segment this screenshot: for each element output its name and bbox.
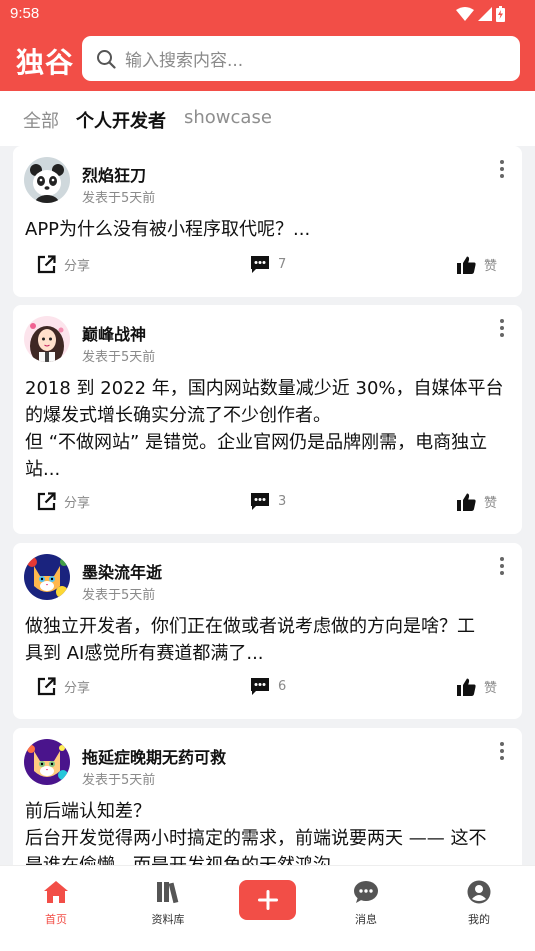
nav-messages[interactable]: 消息 [336, 880, 396, 927]
comment-button[interactable]: 3 [250, 492, 286, 511]
more-options-icon[interactable] [498, 557, 506, 575]
like-label: 赞 [484, 259, 498, 274]
comment-icon [251, 678, 269, 695]
thumbs-up-icon [457, 678, 476, 696]
post-content[interactable]: 做独立开发者，你们正在做或者说考虑做的方向是啥？工 具到 AI感觉所有赛道都满了… [25, 613, 513, 667]
category-tabs: 全部 个人开发者 showcase [0, 91, 535, 146]
post-actions: 分享 6 赞 [13, 677, 522, 701]
home-icon [44, 881, 68, 903]
post-line: 站... [25, 459, 61, 480]
like-button[interactable]: 赞 [457, 492, 497, 511]
post-line: 后台开发觉得两小时搞定的需求，前端说要两天 —— 这不 [25, 828, 487, 849]
post-line: 但 “不做网站” 是错觉。企业官网仍是品牌刚需，电商独立 [25, 432, 488, 453]
more-options-icon[interactable] [498, 742, 506, 760]
nav-home-label: 首页 [45, 913, 67, 926]
post-author[interactable]: 拖延症晚期无药可救 [82, 744, 226, 768]
share-button[interactable]: 分享 [37, 677, 90, 696]
share-icon [37, 255, 56, 274]
post-line: 具到 AI感觉所有赛道都满了... [25, 643, 264, 664]
post-content[interactable]: 2018 到 2022 年，国内网站数量减少近 30%，自媒体平台 的爆发式增长… [25, 375, 513, 483]
avatar[interactable] [24, 157, 70, 203]
post-author[interactable]: 巅峰战神 [82, 321, 146, 345]
share-label: 分享 [64, 496, 91, 511]
tab-showcase[interactable]: showcase [184, 107, 272, 128]
share-icon [37, 677, 56, 696]
post-card[interactable]: 拖延症晚期无药可救 发表于5天前 前后端认知差？ 后台开发觉得两小时搞定的需求，… [13, 728, 522, 865]
plus-icon [257, 890, 278, 910]
nav-profile-label: 我的 [468, 913, 490, 926]
thumbs-up-icon [457, 493, 476, 511]
nav-library[interactable]: 资料库 [138, 880, 198, 927]
post-line: 2018 到 2022 年，国内网站数量减少近 30%，自媒体平台 [25, 378, 504, 399]
more-options-icon[interactable] [498, 319, 506, 337]
post-line: 的爆发式增长确实分流了不少创作者。 [25, 405, 331, 426]
more-options-icon[interactable] [498, 160, 506, 178]
share-button[interactable]: 分享 [37, 492, 90, 511]
comment-button[interactable]: 7 [250, 255, 286, 274]
comment-count: 7 [278, 257, 287, 272]
share-button[interactable]: 分享 [37, 255, 90, 274]
post-author[interactable]: 烈焰狂刀 [82, 162, 146, 186]
post-time: 发表于5天前 [82, 588, 156, 603]
tab-all[interactable]: 全部 [23, 107, 59, 133]
post-card[interactable]: 烈焰狂刀 发表于5天前 APP为什么没有被小程序取代呢？... 分享 7 赞 [13, 146, 522, 297]
chat-icon [354, 881, 378, 903]
post-line: 做独立开发者，你们正在做或者说考虑做的方向是啥？工 [25, 616, 475, 637]
bottom-navigation: 首页 资料库 消息 我的 [0, 865, 535, 951]
post-line: 前后端认知差？ [25, 801, 151, 822]
post-time: 发表于5天前 [82, 191, 156, 206]
post-actions: 分享 3 赞 [13, 492, 522, 516]
battery-icon [496, 6, 505, 22]
app-header: 独谷 输入搜索内容... [0, 30, 535, 91]
status-icons [456, 6, 505, 22]
thumbs-up-icon [457, 256, 476, 274]
signal-icon [478, 7, 492, 21]
status-time: 9:58 [10, 5, 40, 22]
app-logo: 独谷 [16, 46, 75, 79]
wifi-icon [456, 7, 474, 21]
post-card[interactable]: 墨染流年逝 发表于5天前 做独立开发者，你们正在做或者说考虑做的方向是啥？工 具… [13, 543, 522, 719]
post-time: 发表于5天前 [82, 350, 156, 365]
nav-library-label: 资料库 [151, 913, 185, 926]
avatar[interactable] [24, 554, 70, 600]
status-bar: 9:58 [0, 0, 535, 30]
post-content[interactable]: 前后端认知差？ 后台开发觉得两小时搞定的需求，前端说要两天 —— 这不 是谁在偷… [25, 798, 513, 865]
share-icon [37, 492, 56, 511]
post-card[interactable]: 巅峰战神 发表于5天前 2018 到 2022 年，国内网站数量减少近 30%，… [13, 305, 522, 534]
add-post-button[interactable] [239, 880, 296, 920]
comment-count: 3 [278, 494, 287, 509]
like-label: 赞 [484, 681, 498, 696]
nav-profile[interactable]: 我的 [449, 880, 509, 927]
post-author[interactable]: 墨染流年逝 [82, 559, 162, 583]
post-content[interactable]: APP为什么没有被小程序取代呢？... [25, 216, 513, 243]
like-label: 赞 [484, 496, 498, 511]
share-label: 分享 [64, 681, 91, 696]
post-time: 发表于5天前 [82, 773, 156, 788]
share-label: 分享 [64, 259, 91, 274]
nav-home[interactable]: 首页 [26, 880, 86, 927]
post-feed[interactable]: 烈焰狂刀 发表于5天前 APP为什么没有被小程序取代呢？... 分享 7 赞 巅… [0, 146, 535, 865]
like-button[interactable]: 赞 [457, 677, 497, 696]
comment-count: 6 [278, 679, 287, 694]
avatar[interactable] [24, 316, 70, 362]
search-input[interactable]: 输入搜索内容... [82, 36, 520, 81]
like-button[interactable]: 赞 [457, 255, 497, 274]
post-line: 是谁在偷懒，而是开发视角的天然鸿沟。 [25, 852, 513, 865]
post-actions: 分享 7 赞 [13, 255, 522, 279]
library-icon [157, 882, 179, 904]
tab-indie-developer[interactable]: 个人开发者 [76, 107, 166, 133]
search-icon [97, 49, 116, 69]
comment-icon [251, 493, 269, 510]
user-icon [467, 880, 491, 904]
avatar[interactable] [24, 739, 70, 785]
comment-icon [251, 256, 269, 273]
nav-messages-label: 消息 [355, 913, 377, 926]
search-placeholder: 输入搜索内容... [125, 51, 244, 71]
comment-button[interactable]: 6 [250, 677, 286, 696]
post-line: APP为什么没有被小程序取代呢？... [25, 219, 311, 240]
